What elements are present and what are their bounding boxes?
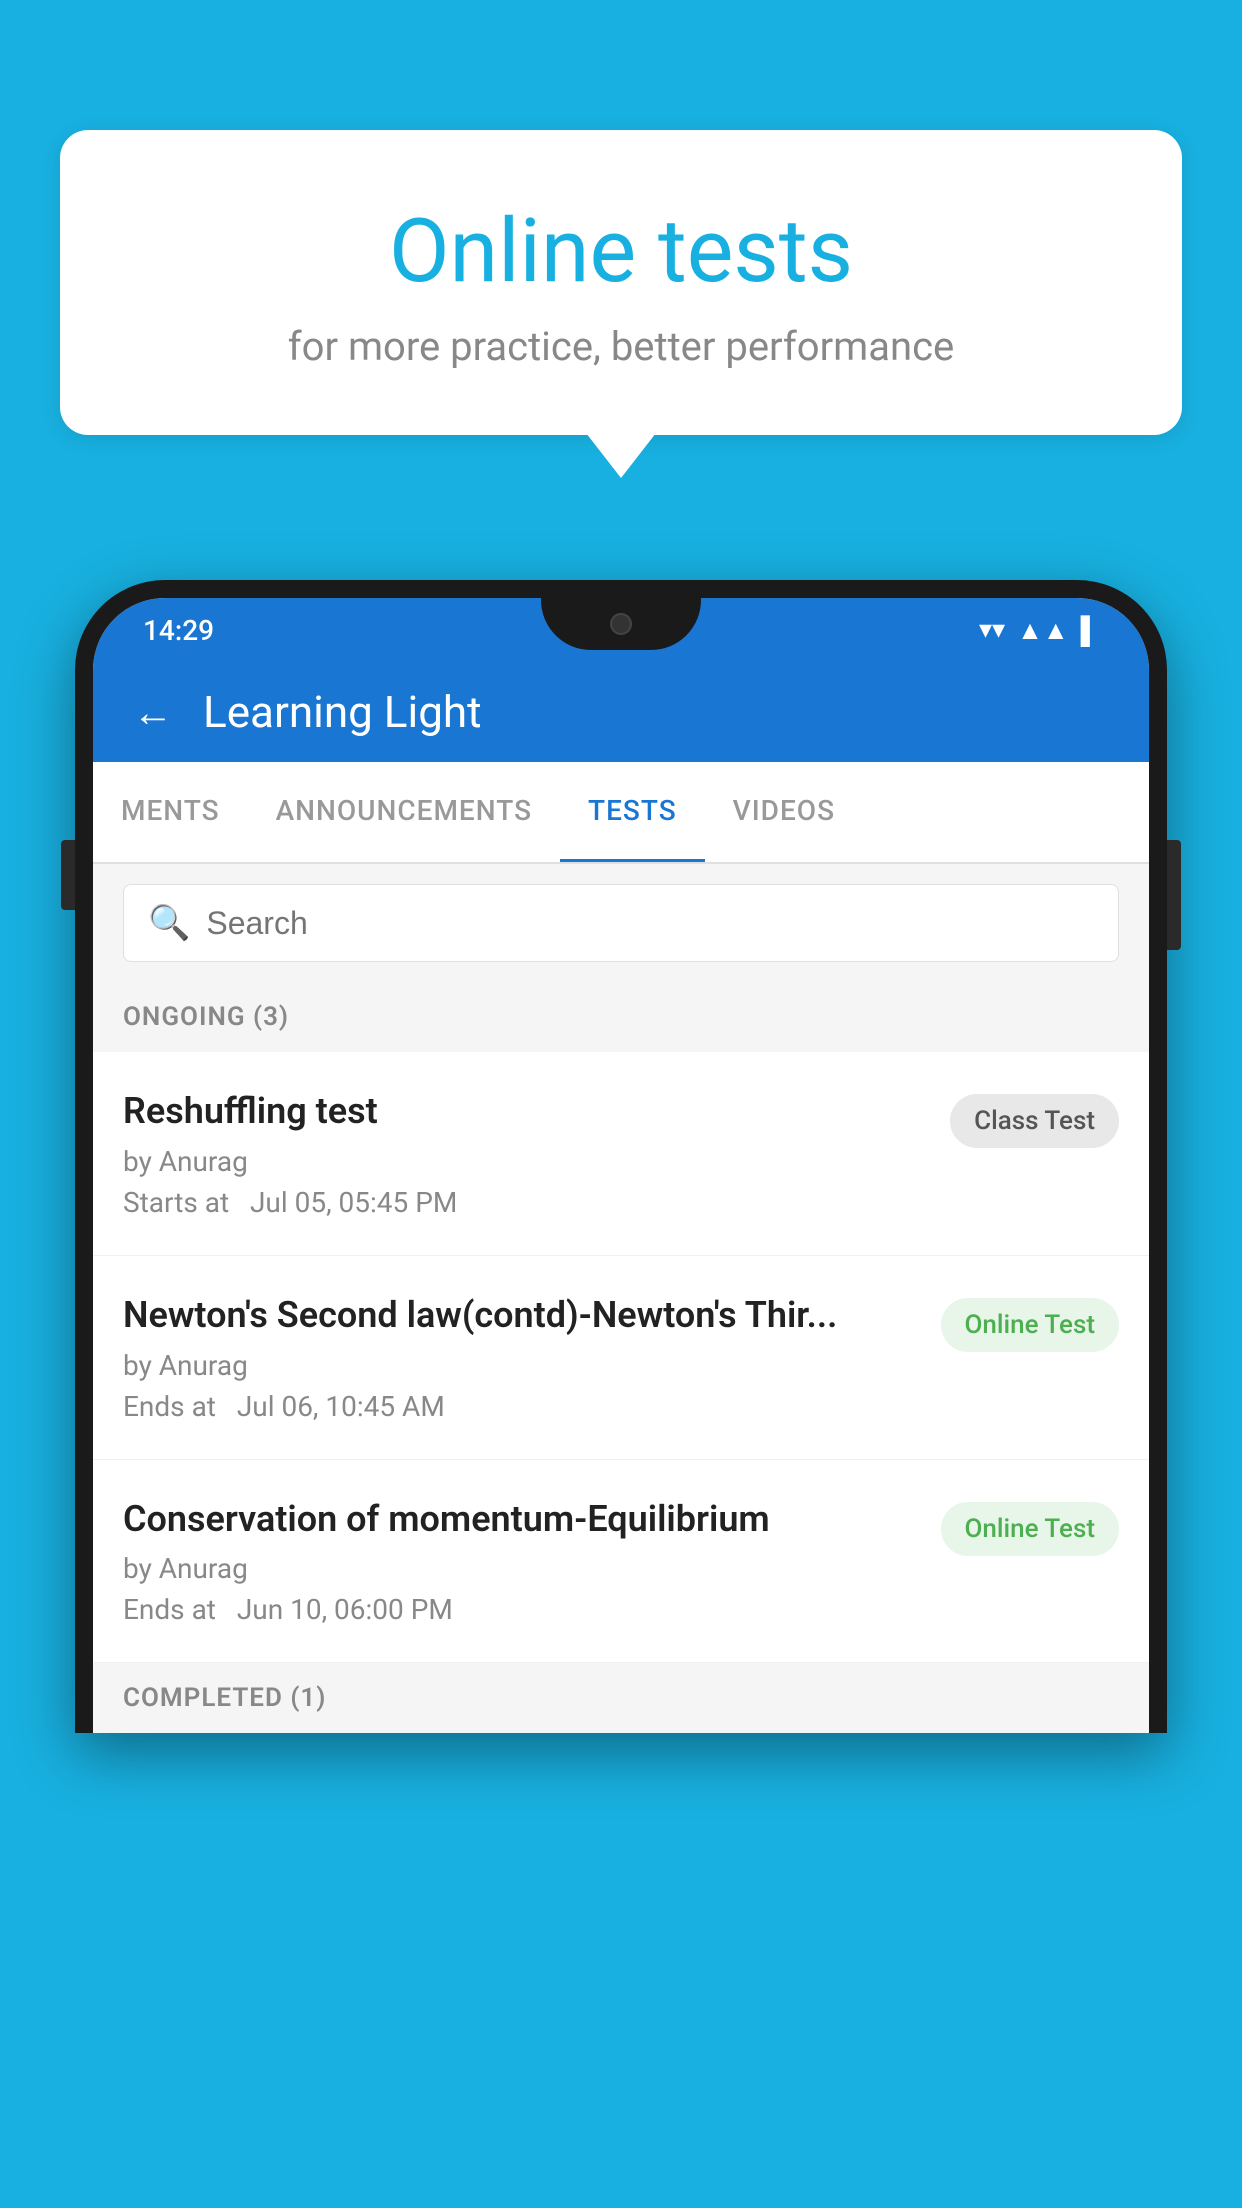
test-time-label-3: Ends at [123,1593,216,1626]
app-header: ← Learning Light [93,662,1149,762]
test-author-2: by Anurag [123,1349,921,1382]
back-button[interactable]: ← [133,689,173,736]
test-time-label-1: Starts at [123,1186,229,1219]
bubble-subtitle: for more practice, better performance [120,323,1122,370]
test-item-2[interactable]: Newton's Second law(contd)-Newton's Thir… [93,1256,1149,1460]
status-icons: ▾▾ ▲▲ ▌ [979,615,1099,646]
search-container: 🔍 [93,864,1149,982]
tab-tests[interactable]: TESTS [560,762,705,862]
phone-screen: 14:29 ▾▾ ▲▲ ▌ ← Learning Light MENTS ANN… [93,598,1149,1733]
test-list: Reshuffling test by Anurag Starts at Jul… [93,1052,1149,1663]
battery-icon: ▌ [1081,615,1099,646]
test-badge-2: Online Test [941,1298,1120,1352]
tabs-container: MENTS ANNOUNCEMENTS TESTS VIDEOS [93,762,1149,864]
test-info-2: Newton's Second law(contd)-Newton's Thir… [123,1292,941,1423]
app-header-title: Learning Light [203,686,482,738]
test-badge-3: Online Test [941,1502,1120,1556]
search-input[interactable] [206,905,1094,942]
tab-ments[interactable]: MENTS [93,762,248,862]
completed-section-header: COMPLETED (1) [93,1663,1149,1733]
speech-bubble: Online tests for more practice, better p… [60,130,1182,435]
test-item[interactable]: Reshuffling test by Anurag Starts at Jul… [93,1052,1149,1256]
signal-icon: ▲▲ [1017,615,1068,646]
camera [610,613,632,635]
test-author-1: by Anurag [123,1145,930,1178]
test-time-value-2: Jul 06, 10:45 AM [237,1390,445,1423]
phone-outer: 14:29 ▾▾ ▲▲ ▌ ← Learning Light MENTS ANN… [75,580,1167,1733]
search-wrapper: 🔍 [123,884,1119,962]
test-info-3: Conservation of momentum-Equilibrium by … [123,1496,941,1627]
test-time-3: Ends at Jun 10, 06:00 PM [123,1593,921,1626]
test-item-3[interactable]: Conservation of momentum-Equilibrium by … [93,1460,1149,1664]
speech-bubble-wrapper: Online tests for more practice, better p… [60,130,1182,478]
ongoing-section-header: ONGOING (3) [93,982,1149,1052]
status-bar: 14:29 ▾▾ ▲▲ ▌ [93,598,1149,662]
test-name-1: Reshuffling test [123,1088,930,1135]
test-badge-1: Class Test [950,1094,1119,1148]
search-icon: 🔍 [148,903,190,943]
speech-bubble-arrow [586,433,656,478]
test-author-3: by Anurag [123,1552,921,1585]
test-info-1: Reshuffling test by Anurag Starts at Jul… [123,1088,950,1219]
test-name-2: Newton's Second law(contd)-Newton's Thir… [123,1292,921,1339]
phone-wrapper: 14:29 ▾▾ ▲▲ ▌ ← Learning Light MENTS ANN… [75,580,1167,2208]
tab-announcements[interactable]: ANNOUNCEMENTS [248,762,560,862]
bubble-title: Online tests [120,200,1122,303]
status-time: 14:29 [143,614,214,647]
wifi-icon: ▾▾ [979,615,1005,645]
test-time-value-1: Jul 05, 05:45 PM [250,1186,457,1219]
test-time-value-3: Jun 10, 06:00 PM [237,1593,453,1626]
test-name-3: Conservation of momentum-Equilibrium [123,1496,921,1543]
test-time-label-2: Ends at [123,1390,216,1423]
test-time-1: Starts at Jul 05, 05:45 PM [123,1186,930,1219]
notch [541,598,701,650]
test-time-2: Ends at Jul 06, 10:45 AM [123,1390,921,1423]
tab-videos[interactable]: VIDEOS [705,762,863,862]
